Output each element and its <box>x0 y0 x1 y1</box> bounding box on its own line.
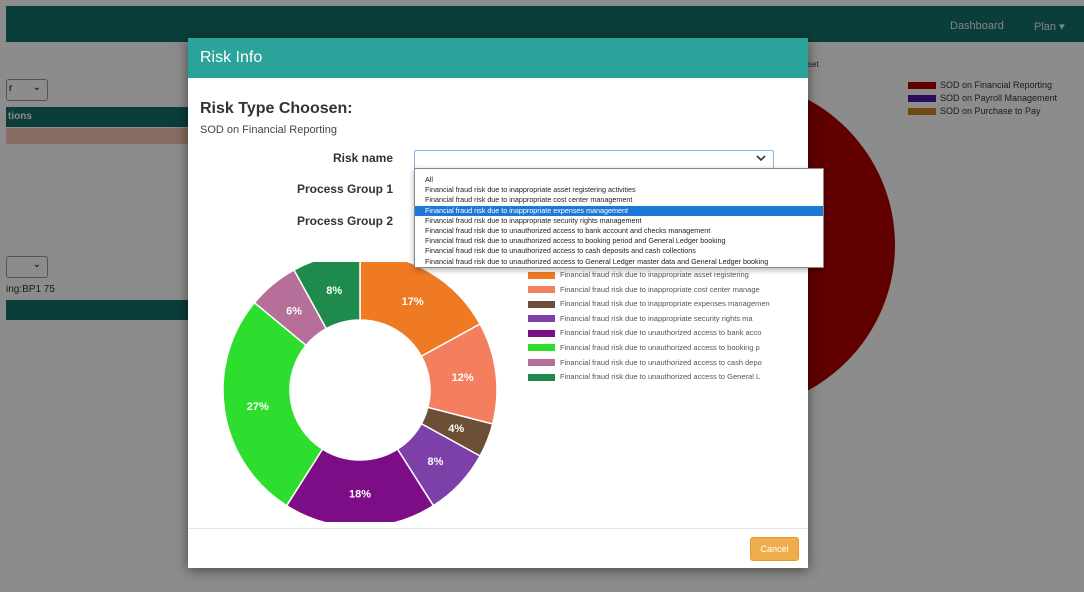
modal-title: Risk Info <box>200 49 263 66</box>
legend-item[interactable]: Financial fraud risk due to unauthorized… <box>528 358 770 373</box>
legend-label: Financial fraud risk due to inappropriat… <box>560 299 770 309</box>
dropdown-option[interactable]: All <box>415 175 823 185</box>
cancel-button[interactable]: Cancel <box>750 537 799 561</box>
dropdown-option[interactable]: Financial fraud risk due to inappropriat… <box>415 185 823 195</box>
risk-info-modal: Risk Info Risk Type Choosen: SOD on Fina… <box>188 38 824 568</box>
legend-label: Financial fraud risk due to inappropriat… <box>560 313 753 323</box>
legend-item[interactable]: Financial fraud risk due to unauthorized… <box>528 343 770 358</box>
dropdown-option[interactable]: Financial fraud risk due to inappropriat… <box>415 216 823 226</box>
dropdown-option[interactable]: Financial fraud risk due to unauthorized… <box>415 236 823 246</box>
risk-name-select[interactable] <box>414 150 774 170</box>
slice-label: 18% <box>349 489 371 501</box>
legend-item[interactable]: Financial fraud risk due to inappropriat… <box>528 270 770 285</box>
legend-label: Financial fraud risk due to inappropriat… <box>560 284 760 294</box>
chart-legend: Financial fraud risk due to inappropriat… <box>528 270 770 387</box>
legend-item[interactable]: Financial fraud risk due to unauthorized… <box>528 328 770 343</box>
modal-footer-divider <box>188 528 808 529</box>
legend-item[interactable]: Financial fraud risk due to inappropriat… <box>528 314 770 329</box>
slice-label: 12% <box>452 372 474 384</box>
legend-item[interactable]: Financial fraud risk due to inappropriat… <box>528 285 770 300</box>
risk-type-value: SOD on Financial Reporting <box>200 124 337 136</box>
legend-label: Financial fraud risk due to inappropriat… <box>560 270 749 279</box>
legend-item[interactable]: Financial fraud risk due to unauthorized… <box>528 372 770 387</box>
legend-label: Financial fraud risk due to unauthorized… <box>560 372 761 382</box>
dropdown-option[interactable]: Financial fraud risk due to inappropriat… <box>415 195 823 205</box>
dropdown-option[interactable]: Financial fraud risk due to inappropriat… <box>415 205 823 216</box>
risk-name-label: Risk name <box>332 151 393 165</box>
risk-name-dropdown-list[interactable]: All Financial fraud risk due to inappropr… <box>414 168 824 268</box>
legend-swatch <box>528 286 555 294</box>
risk-type-heading: Risk Type Choosen: <box>200 100 353 117</box>
legend-label: Financial fraud risk due to unauthorized… <box>560 342 760 352</box>
slice-label: 8% <box>427 456 443 468</box>
slice-label: 8% <box>326 285 342 297</box>
process-group-1-label: Process Group 1 <box>296 182 393 196</box>
slice-label: 6% <box>286 305 302 317</box>
slice-label: 17% <box>402 296 424 308</box>
process-group-2-label: Process Group 2 <box>296 214 393 228</box>
legend-swatch <box>528 315 555 323</box>
legend-swatch <box>528 329 555 337</box>
legend-swatch <box>528 359 555 367</box>
legend-label: Financial fraud risk due to unauthorized… <box>560 328 762 338</box>
dropdown-option[interactable]: Financial fraud risk due to unauthorized… <box>415 246 823 256</box>
dropdown-option[interactable]: Financial fraud risk due to unauthorized… <box>415 226 823 236</box>
slice-label: 4% <box>448 423 464 435</box>
dropdown-option[interactable]: Financial fraud risk due to unauthorized… <box>415 257 823 267</box>
modal-header: Risk Info <box>188 38 808 78</box>
risk-donut-chart: 17% 12% 4% 8% 18% 27% 6% 8% <box>222 262 498 522</box>
legend-label: Financial fraud risk due to unauthorized… <box>560 357 762 367</box>
legend-swatch <box>528 300 555 308</box>
legend-item[interactable]: Financial fraud risk due to inappropriat… <box>528 299 770 314</box>
chevron-down-icon <box>755 152 767 167</box>
slice-label: 27% <box>247 401 269 413</box>
legend-swatch <box>528 344 555 352</box>
legend-swatch <box>528 271 555 279</box>
legend-swatch <box>528 373 555 381</box>
